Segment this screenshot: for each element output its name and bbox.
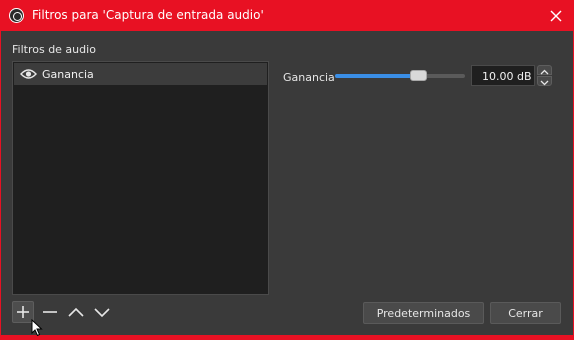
gain-slider[interactable] xyxy=(335,70,465,81)
dialog-body: Filtros de audio Ganancia Ganancia 10.00… xyxy=(1,31,573,337)
window-title: Filtros para 'Captura de entrada audio' xyxy=(32,8,264,22)
filter-name: Ganancia xyxy=(42,68,94,81)
obs-logo-icon xyxy=(9,8,24,23)
mouse-cursor-icon xyxy=(31,318,44,337)
list-item[interactable]: Ganancia xyxy=(14,63,267,85)
spin-down-icon[interactable] xyxy=(537,76,552,86)
filters-dialog: Filtros para 'Captura de entrada audio' … xyxy=(0,0,574,337)
move-up-button[interactable] xyxy=(65,301,87,323)
plus-icon xyxy=(17,306,29,318)
spin-up-icon[interactable] xyxy=(537,65,552,75)
gain-value-field[interactable]: 10.00 dB xyxy=(471,65,535,86)
filter-list[interactable]: Ganancia xyxy=(12,61,269,295)
close-button[interactable]: Cerrar xyxy=(490,302,561,324)
eye-icon[interactable] xyxy=(20,68,37,80)
title-bar[interactable]: Filtros para 'Captura de entrada audio' xyxy=(0,0,574,31)
audio-filters-label: Filtros de audio xyxy=(12,43,96,56)
gain-spinbox[interactable]: 10.00 dB xyxy=(471,65,553,86)
chevron-down-icon xyxy=(94,308,110,318)
gain-slider-handle[interactable] xyxy=(410,70,428,81)
close-icon[interactable] xyxy=(545,5,567,27)
gain-label: Ganancia xyxy=(283,71,335,84)
gain-slider-fill xyxy=(335,74,419,78)
defaults-button[interactable]: Predeterminados xyxy=(363,302,484,324)
chevron-up-icon xyxy=(68,307,84,317)
move-down-button[interactable] xyxy=(91,301,113,323)
